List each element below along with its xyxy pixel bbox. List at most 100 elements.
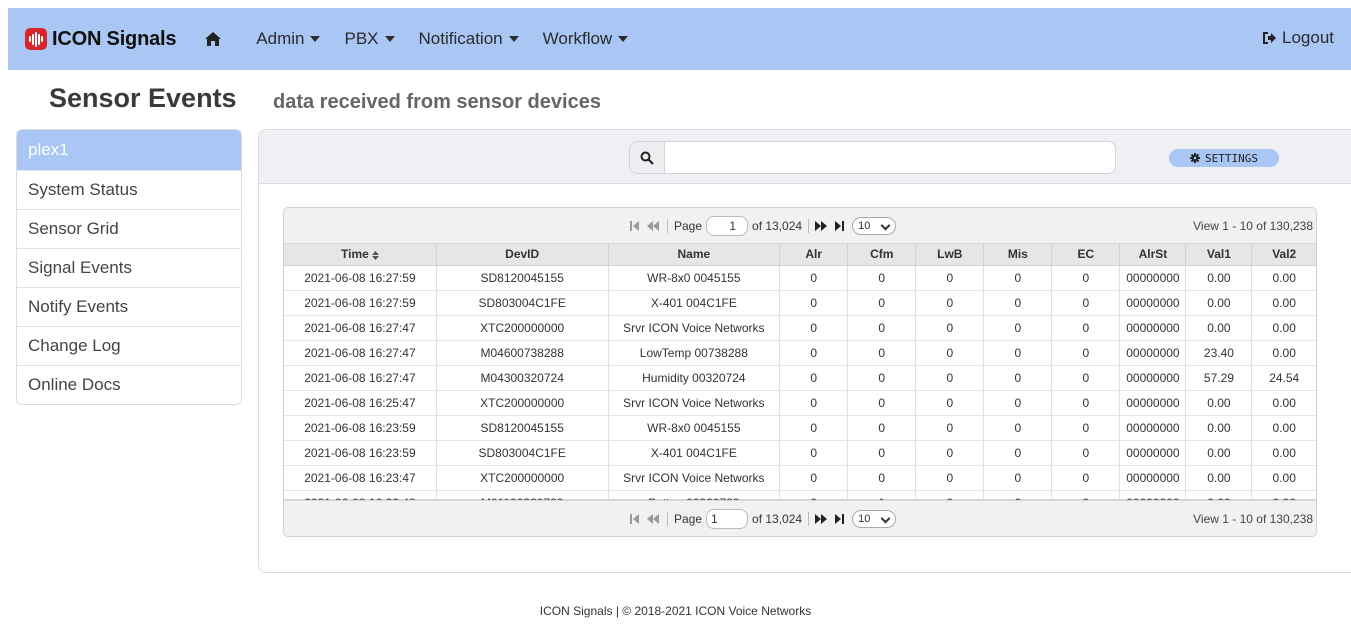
gear-icon (1190, 153, 1200, 163)
table-cell: 0 (915, 290, 985, 316)
table-cell: 0.00 (1185, 465, 1253, 491)
table-cell: 0 (779, 315, 849, 341)
nav-admin-label: Admin (256, 29, 305, 48)
page-input[interactable]: 1 (706, 509, 749, 529)
next-page-icon[interactable] (815, 221, 828, 231)
table-cell: 0 (1051, 340, 1121, 366)
footer: ICON Signals | © 2018-2021 ICON Voice Ne… (539, 604, 812, 618)
page-input[interactable]: 1 (706, 216, 749, 236)
rows-per-page-select[interactable]: 10 (852, 510, 897, 528)
table-cell: 0 (847, 365, 917, 391)
nav-notification[interactable]: Notification (419, 29, 519, 49)
nav-notification-label: Notification (418, 29, 503, 48)
first-page-icon[interactable] (630, 221, 639, 231)
table-cell: XTC200000000 (436, 315, 609, 341)
table-row[interactable]: 2021-06-08 16:23:47 XTC200000000 Srvr ICON… (284, 465, 1316, 491)
table-cell: 0.00 (1185, 390, 1253, 416)
sidebar-item-online-docs[interactable]: Online Docs (17, 365, 241, 404)
col-header-cfm[interactable]: Cfm (847, 244, 917, 266)
caret-down-icon (384, 36, 395, 42)
sidebar-item-signal-events[interactable]: Signal Events (17, 248, 241, 287)
col-header-name[interactable]: Name (608, 244, 781, 266)
nav-pbx-label: PBX (344, 29, 379, 48)
table-header-row: Time DevID Name Alr Cfm LwB Mis EC AlrSt… (284, 244, 1316, 266)
table-cell: 0.00 (1251, 415, 1316, 441)
table-cell: Srvr ICON Voice Networks (608, 465, 781, 491)
table-cell: Srvr ICON Voice Networks (608, 315, 781, 341)
table-row[interactable]: 2021-06-08 16:25:47 XTC200000000 Srvr ICON… (284, 390, 1316, 416)
table-row[interactable]: 2021-06-08 16:23:59 SD803004C1FE X-401 004… (284, 440, 1316, 466)
table-row[interactable]: 2021-06-08 16:27:59 SD8120045155 WR-8x0 00… (284, 265, 1316, 291)
table-cell: 0 (983, 365, 1053, 391)
first-page-icon[interactable] (630, 514, 639, 524)
col-header-val1[interactable]: Val1 (1185, 244, 1253, 266)
last-page-icon[interactable] (835, 221, 845, 231)
nav-pbx[interactable]: PBX (344, 29, 395, 49)
logout-link[interactable]: Logout (1262, 28, 1334, 48)
table-cell: 00000000 (1119, 465, 1187, 491)
table-row[interactable]: 2021-06-08 16:23:59 SD8120045155 WR-8x0 00… (284, 415, 1316, 441)
pager-top: Page 1 of 13,024 10 View 1 - 10 of 130,2… (284, 208, 1316, 244)
table-cell: 00000000 (1119, 315, 1187, 341)
table-cell: M04300320724 (436, 365, 609, 391)
table-cell: 0 (847, 390, 917, 416)
pager-separator (667, 512, 668, 526)
table-row[interactable]: 2021-06-08 16:27:47 M04300320724 Humidity … (284, 365, 1316, 391)
table-cell: 0 (1051, 265, 1121, 291)
nav-workflow[interactable]: Workflow (543, 29, 629, 49)
nav-workflow-label: Workflow (542, 29, 613, 48)
rows-per-page-select[interactable]: 10 (852, 217, 897, 235)
prev-page-icon[interactable] (647, 514, 659, 524)
table-cell: 0 (779, 265, 849, 291)
page-label: Page (674, 219, 703, 233)
table-cell: 0 (779, 390, 849, 416)
table-cell: 0 (1051, 315, 1121, 341)
table-cell: 0 (847, 315, 917, 341)
prev-page-icon[interactable] (647, 221, 659, 231)
next-page-icon[interactable] (815, 514, 828, 524)
sidebar-item-change-log[interactable]: Change Log (17, 326, 241, 365)
col-header-mis[interactable]: Mis (983, 244, 1053, 266)
col-header-time[interactable]: Time (284, 244, 437, 266)
sidebar-item-system-status[interactable]: System Status (17, 170, 241, 209)
settings-label: SETTINGS (1205, 151, 1258, 165)
table-cell: 57.29 (1185, 365, 1253, 391)
signal-wave-icon (25, 28, 47, 50)
search-button[interactable] (630, 142, 665, 173)
table-row[interactable]: 2021-06-08 16:27:59 SD803004C1FE X-401 004… (284, 290, 1316, 316)
sidebar-item-plex1[interactable]: plex1 (17, 130, 241, 170)
table-row[interactable]: 2021-06-08 16:27:47 M04600738288 LowTemp 0… (284, 340, 1316, 366)
last-page-icon[interactable] (835, 514, 845, 524)
table-cell: 0.00 (1185, 315, 1253, 341)
page-count: of 13,024 (752, 512, 803, 526)
home-icon[interactable] (203, 29, 223, 49)
table-cell: 2021-06-08 16:27:47 (284, 365, 437, 391)
table-cell: Humidity 00320724 (608, 365, 781, 391)
pager-separator (808, 512, 810, 526)
col-header-devid[interactable]: DevID (436, 244, 609, 266)
table-cell: 0 (915, 440, 985, 466)
col-header-alrst[interactable]: AlrSt (1119, 244, 1187, 266)
table-cell: SD8120045155 (436, 415, 609, 441)
sidebar-item-notify-events[interactable]: Notify Events (17, 287, 241, 326)
nav-admin[interactable]: Admin (256, 29, 321, 49)
table-cell: SD803004C1FE (436, 290, 609, 316)
table-row[interactable]: 2021-06-08 16:27:47 XTC200000000 Srvr ICON… (284, 315, 1316, 341)
search-input[interactable] (665, 142, 1115, 173)
sidebar-item-sensor-grid[interactable]: Sensor Grid (17, 209, 241, 248)
brand[interactable]: ICON Signals (25, 28, 176, 51)
col-header-ec[interactable]: EC (1051, 244, 1121, 266)
logout-label: Logout (1282, 28, 1334, 47)
table-cell: 2021-06-08 16:23:47 (284, 465, 437, 491)
col-header-val2[interactable]: Val2 (1251, 244, 1316, 266)
col-header-alr[interactable]: Alr (779, 244, 849, 266)
table-cell: 2021-06-08 16:27:47 (284, 315, 437, 341)
table-cell: X-401 004C1FE (608, 440, 781, 466)
col-header-lwb[interactable]: LwB (915, 244, 985, 266)
pager-controls: Page 1 of 13,024 10 (630, 216, 897, 236)
search-box (629, 141, 1116, 174)
settings-button[interactable]: SETTINGS (1169, 149, 1279, 167)
table-cell: 00000000 (1119, 390, 1187, 416)
table-cell: 0 (983, 340, 1053, 366)
table-cell: 0 (1051, 415, 1121, 441)
